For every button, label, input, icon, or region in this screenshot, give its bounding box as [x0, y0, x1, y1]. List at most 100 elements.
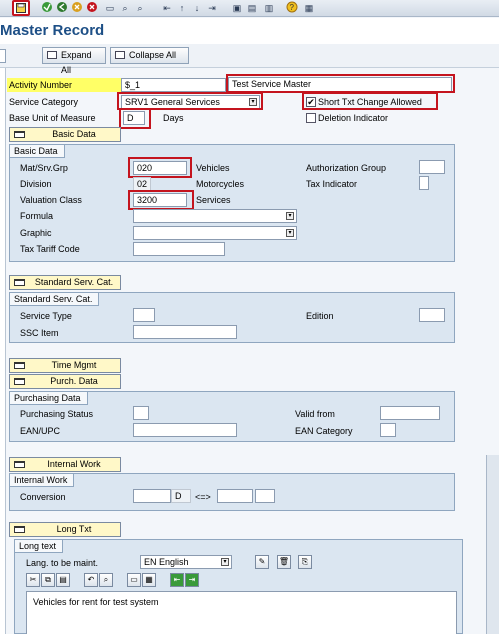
long-text-title: Long text [15, 540, 64, 553]
exit-icon[interactable] [70, 1, 84, 15]
dropdown-icon[interactable]: ▾ [286, 212, 294, 220]
purchasing-status-field[interactable] [133, 406, 149, 420]
ean-upc-field[interactable] [133, 423, 237, 437]
auth-group-label: Authorization Group [306, 163, 387, 173]
valuation-class-text: Services [196, 195, 231, 205]
next-page-icon[interactable]: ↓ [190, 1, 204, 15]
activity-number-field[interactable]: $_1 [121, 78, 226, 92]
collapse-all-button[interactable]: Collapse All [110, 47, 189, 64]
ean-category-label: EAN Category [295, 426, 353, 436]
text-editor-icon[interactable]: ⎘ [298, 555, 312, 569]
standard-serv-button[interactable]: Standard Serv. Cat. [9, 275, 121, 290]
first-page-icon[interactable]: ⇤ [160, 1, 174, 15]
tax-tariff-label: Tax Tariff Code [20, 244, 80, 254]
expand-all-button[interactable]: Expand All [42, 47, 106, 75]
long-text-area[interactable]: Vehicles for rent for test system [26, 591, 457, 634]
standard-serv-title: Standard Serv. Cat. [10, 293, 100, 306]
service-category-label: Service Category [9, 97, 79, 107]
conversion-unit-field: D [171, 489, 191, 503]
enter-icon[interactable] [40, 1, 54, 15]
ssc-item-field[interactable] [133, 325, 237, 339]
conversion-label: Conversion [20, 492, 66, 502]
formula-label: Formula [20, 211, 54, 221]
back-icon[interactable] [55, 1, 69, 15]
find-icon[interactable]: ⌕ [118, 1, 132, 15]
tax-indicator-field[interactable] [419, 176, 429, 190]
save-text-icon[interactable]: ▭ [127, 573, 141, 587]
deletion-indicator-checkbox[interactable] [306, 113, 316, 123]
valid-from-label: Valid from [295, 409, 335, 419]
auth-group-field[interactable] [419, 160, 445, 174]
prev-page-icon[interactable]: ↑ [175, 1, 189, 15]
shortcut-icon[interactable]: ▤ [245, 1, 259, 15]
delete-text-icon[interactable]: 🗑 [277, 555, 291, 569]
highlight-box [128, 157, 192, 178]
time-mgmt-button[interactable]: Time Mgmt [9, 358, 121, 373]
mat-srv-grp-text: Vehicles [196, 163, 230, 173]
collapse-icon [115, 51, 125, 59]
base-uom-label: Base Unit of Measure [9, 113, 96, 123]
save-icon[interactable] [12, 0, 30, 16]
edition-field[interactable] [419, 308, 445, 322]
service-type-field[interactable] [133, 308, 155, 322]
conversion-qty-field[interactable] [133, 489, 171, 503]
folder-icon [14, 131, 25, 138]
highlight-box [226, 74, 455, 93]
folder-icon [14, 378, 25, 385]
find-next-icon[interactable]: ⌕ [133, 1, 147, 15]
settings-icon[interactable]: ▥ [262, 1, 276, 15]
dropdown-icon[interactable]: ▾ [221, 558, 229, 566]
paste-icon[interactable]: ▤ [56, 573, 70, 587]
folder-icon [14, 362, 25, 369]
highlight-box [302, 92, 438, 110]
base-uom-text: Days [163, 113, 184, 123]
new-session-icon[interactable]: ▣ [230, 1, 244, 15]
svg-text:?: ? [290, 3, 295, 12]
folder-icon [14, 279, 25, 286]
activity-number-label: Activity Number [7, 78, 121, 92]
folder-icon [14, 461, 25, 468]
service-type-label: Service Type [20, 311, 72, 321]
tax-indicator-label: Tax Indicator [306, 179, 358, 189]
ean-category-field[interactable] [380, 423, 396, 437]
system-toolbar: ▭ ⌕ ⌕ ⇤ ↑ ↓ ⇥ ▣ ▤ ▥ ? ▦ [0, 0, 499, 17]
long-txt-button[interactable]: Long Txt [9, 522, 121, 537]
cut-icon[interactable]: ✂ [26, 573, 40, 587]
last-page-icon[interactable]: ⇥ [205, 1, 219, 15]
copy-icon[interactable]: ⧉ [41, 573, 55, 587]
conversion-arrow: <=> [195, 492, 211, 502]
scrollbar[interactable] [486, 455, 499, 634]
highlight-box [128, 190, 194, 210]
tax-tariff-field[interactable] [133, 242, 225, 256]
internal-work-title: Internal Work [10, 474, 75, 487]
print-icon[interactable]: ▭ [103, 1, 117, 15]
basic-data-button[interactable]: Basic Data [9, 127, 121, 142]
folder-icon [14, 526, 25, 533]
layout-icon[interactable]: ▦ [302, 1, 316, 15]
cancel-icon[interactable] [85, 1, 99, 15]
undo-icon[interactable]: ↶ [84, 573, 98, 587]
graphic-field[interactable]: ▾ [133, 226, 297, 240]
toolbar-stub [0, 49, 6, 63]
export-icon[interactable]: ⇥ [185, 573, 199, 587]
internal-work-button[interactable]: Internal Work [9, 457, 121, 472]
find-text-icon[interactable]: ⌕ [99, 573, 113, 587]
lang-field[interactable]: EN English ▾ [140, 555, 232, 569]
page-title: Master Record [0, 22, 105, 39]
basic-data-title: Basic Data [10, 145, 65, 158]
dropdown-icon[interactable]: ▾ [286, 229, 294, 237]
ssc-item-label: SSC Item [20, 328, 59, 338]
lang-label: Lang. to be maint. [26, 558, 99, 568]
print-text-icon[interactable]: ▦ [142, 573, 156, 587]
purch-data-button[interactable]: Purch. Data [9, 374, 121, 389]
graphic-label: Graphic [20, 228, 52, 238]
left-strip [0, 68, 6, 634]
edit-text-icon[interactable]: ✎ [255, 555, 269, 569]
formula-field[interactable]: ▾ [133, 209, 297, 223]
expand-icon [47, 51, 57, 59]
conversion-unit2-field[interactable] [255, 489, 275, 503]
conversion-qty2-field[interactable] [217, 489, 253, 503]
import-icon[interactable]: ⇤ [170, 573, 184, 587]
help-icon[interactable]: ? [285, 1, 299, 15]
valid-from-field[interactable] [380, 406, 440, 420]
